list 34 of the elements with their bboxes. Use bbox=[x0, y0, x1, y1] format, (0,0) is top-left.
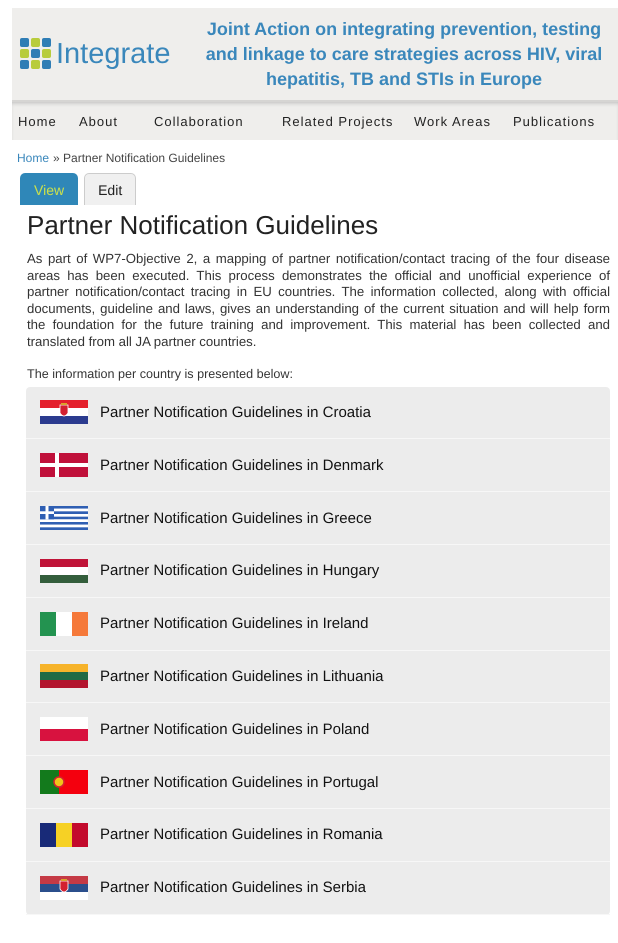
nav-link[interactable]: Home bbox=[18, 114, 79, 128]
flag-icon bbox=[40, 453, 88, 478]
country-link[interactable]: Partner Notification Guidelines in Denmark bbox=[100, 456, 384, 474]
flag-icon bbox=[40, 506, 88, 530]
nav-link[interactable]: Publications bbox=[513, 114, 596, 128]
flag-icon bbox=[40, 770, 88, 794]
country-link[interactable]: Partner Notification Guidelines in Greece bbox=[100, 510, 372, 527]
country-link[interactable]: Partner Notification Guidelines in Hungary bbox=[100, 562, 380, 580]
nav-link[interactable]: Related Projects bbox=[282, 114, 414, 128]
country-link[interactable]: Partner Notification Guidelines in Croatia bbox=[100, 404, 371, 421]
flag-icon bbox=[40, 612, 88, 636]
page-title: Partner Notification Guidelines bbox=[27, 210, 380, 241]
nav-link[interactable]: About bbox=[79, 114, 154, 128]
country-link[interactable]: Partner Notification Guidelines in Portugal bbox=[100, 774, 378, 791]
country-link[interactable]: Partner Notification Guidelines in Ireland bbox=[100, 615, 368, 632]
logo-icon bbox=[20, 38, 52, 70]
flag-icon bbox=[40, 558, 88, 583]
flag-icon bbox=[40, 822, 88, 847]
flag-icon bbox=[40, 400, 88, 424]
nav-link[interactable]: Work Areas bbox=[414, 114, 513, 128]
country-link[interactable]: Partner Notification Guidelines in Poland bbox=[100, 720, 370, 738]
breadcrumb-current: » Partner Notification Guidelines bbox=[53, 151, 226, 165]
site-tagline: Joint Action on integrating prevention, testing and linkage to care strategies across HIV, viral hepatitis, TB and STIs in Europe bbox=[204, 18, 604, 91]
breadcrumb-link[interactable]: Home bbox=[17, 151, 50, 165]
country-link[interactable]: Partner Notification Guidelines in Romania bbox=[100, 826, 383, 844]
flag-icon bbox=[40, 664, 88, 688]
tab[interactable]: Edit bbox=[84, 173, 136, 205]
nav-link[interactable]: Collaboration bbox=[154, 114, 282, 128]
flag-icon bbox=[40, 717, 88, 742]
intro-paragraph: As part of WP7-Objective 2, a mapping of partner notification/contact tracing of the four disease areas has been executed. This process demonstrates the official and unofficial experience of partner notification/contact tracing in EU countries. The information collected, along with official documents, guideline and laws, gives an understanding of the current situation and will help form the foundation for the future training and improvement. This material has been collected and translated from all JA partner countries. bbox=[27, 251, 610, 351]
flag-icon bbox=[40, 876, 88, 900]
country-link[interactable]: Partner Notification Guidelines in Serbia bbox=[100, 879, 366, 896]
country-link[interactable]: Partner Notification Guidelines in Lithuania bbox=[100, 668, 384, 685]
list-intro-text: The information per country is presented below: bbox=[27, 366, 294, 381]
